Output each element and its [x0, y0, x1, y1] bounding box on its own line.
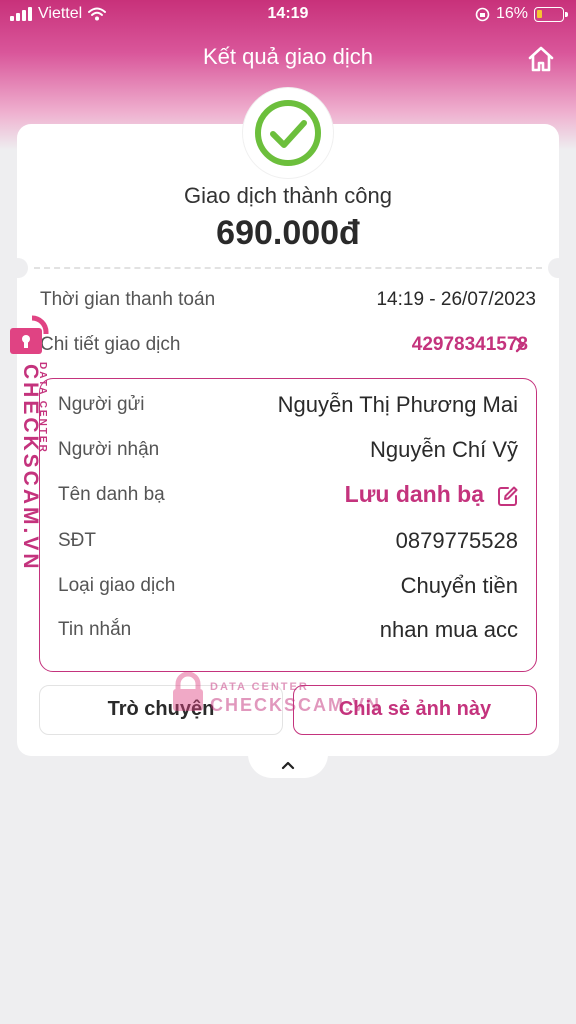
receiver-value: Nguyễn Chí Vỹ	[370, 437, 518, 462]
receiver-label: Người nhận	[58, 439, 160, 460]
chevron-right-icon[interactable]	[513, 337, 527, 353]
message-label: Tin nhắn	[58, 619, 132, 640]
transaction-id-link[interactable]: 42978341578	[412, 334, 528, 356]
message-value: nhan mua acc	[379, 617, 518, 642]
battery-icon	[534, 6, 568, 22]
home-icon[interactable]	[526, 44, 556, 74]
battery-percent: 16%	[495, 5, 528, 22]
ticket-divider	[34, 267, 542, 269]
save-contact-link[interactable]: Lưu danh bạ	[345, 481, 484, 508]
edit-icon[interactable]	[497, 485, 519, 507]
payment-time-value: 14:19 - 26/07/2023	[376, 289, 536, 310]
ticket-notch-right	[548, 258, 568, 278]
transaction-amount: 690.000đ	[216, 214, 360, 252]
phone-label: SĐT	[58, 530, 96, 551]
watermark-center-brand: CHECKSCAM.VN	[210, 695, 382, 715]
sender-value: Nguyễn Thị Phương Mai	[277, 392, 518, 417]
status-bar: Viettel 14:19 16%	[0, 0, 576, 32]
watermark-tagline: DATA CENTER	[37, 362, 48, 454]
orientation-lock-icon	[475, 7, 490, 21]
sender-label: Người gửi	[58, 394, 145, 415]
transaction-type-value: Chuyển tiền	[400, 573, 518, 598]
phone-value: 0879775528	[395, 528, 518, 553]
transaction-detail-label: Chi tiết giao dịch	[40, 334, 181, 355]
page-title: Kết quả giao dịch	[202, 44, 374, 69]
watermark-center-lock-icon	[173, 672, 203, 711]
payment-time-label: Thời gian thanh toán	[40, 289, 216, 310]
status-right: 16%	[475, 5, 568, 23]
chevron-up-icon[interactable]	[280, 760, 296, 770]
transaction-type-label: Loại giao dịch	[58, 575, 176, 596]
contact-name-label: Tên danh bạ	[58, 484, 165, 505]
check-circle-icon	[255, 100, 321, 166]
ticket-notch-left	[8, 258, 28, 278]
watermark-center-tagline: DATA CENTER	[210, 681, 309, 693]
battery-level	[537, 9, 542, 18]
watermark-lock-icon	[10, 315, 49, 354]
transaction-status: Giao dịch thành công	[184, 183, 392, 208]
